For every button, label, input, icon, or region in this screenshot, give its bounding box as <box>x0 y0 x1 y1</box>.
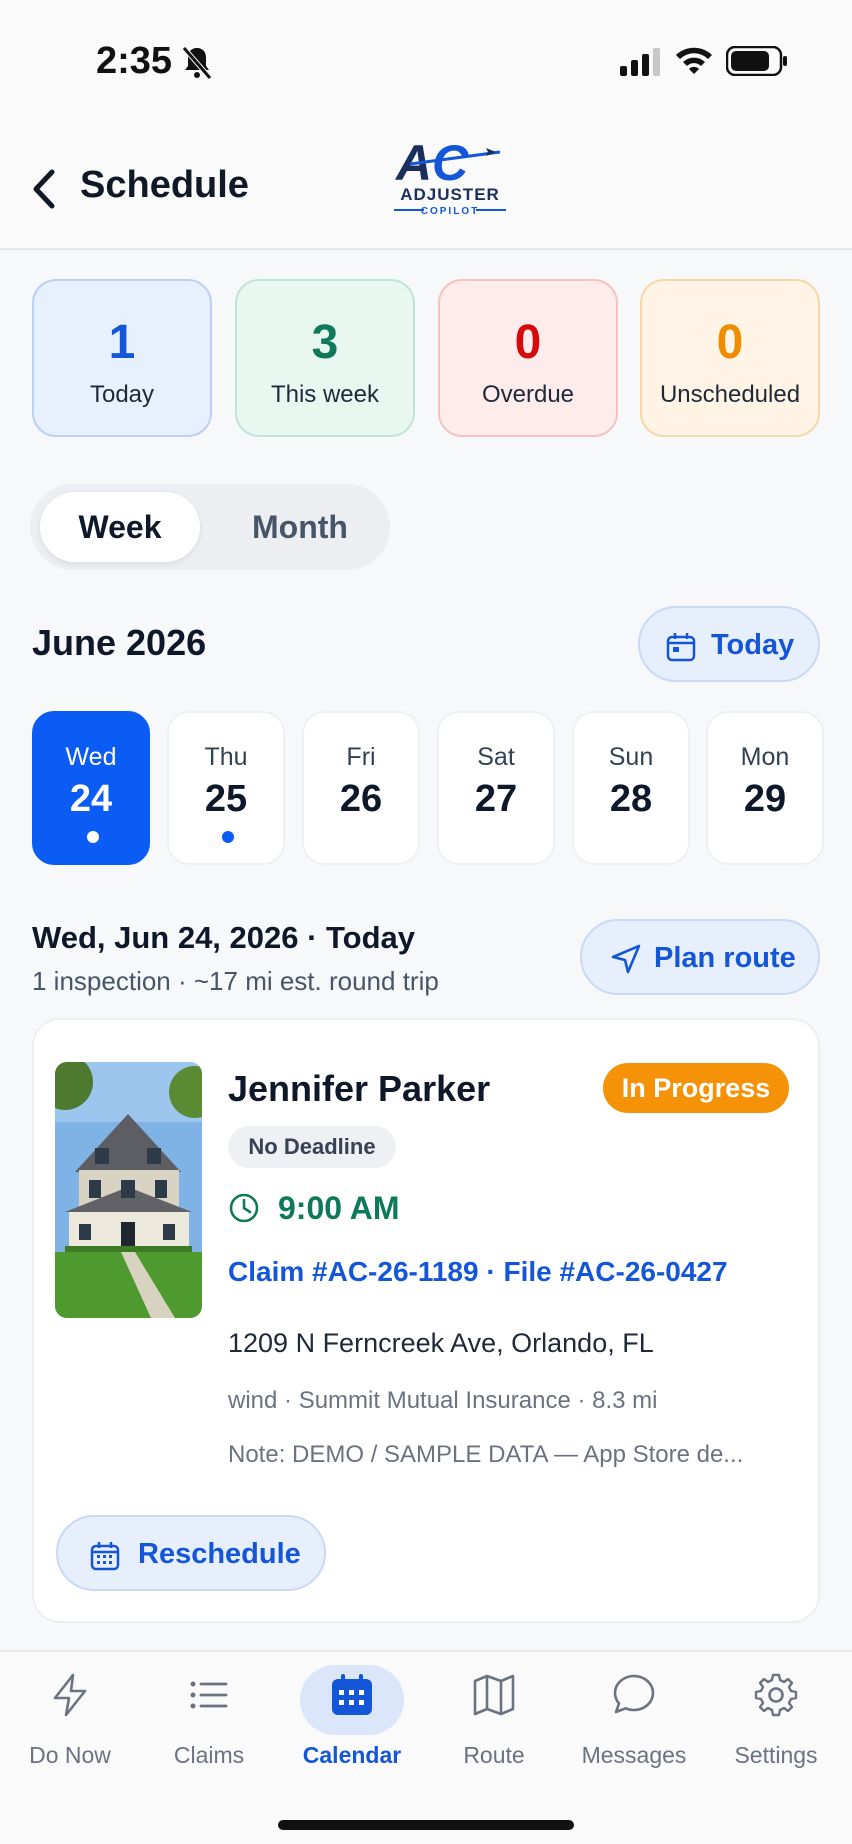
chat-icon <box>613 1674 655 1714</box>
plan-route-label: Plan route <box>654 942 796 974</box>
day-cell-sun[interactable]: Sun 28 <box>572 711 690 865</box>
day-name: Wed <box>65 743 117 771</box>
svg-text:ADJUSTER: ADJUSTER <box>400 185 500 204</box>
selected-date-heading: Wed, Jun 24, 2026 · Today <box>32 920 416 955</box>
back-chevron-icon[interactable] <box>30 168 60 210</box>
tab-calendar[interactable]: Calendar <box>282 1672 422 1769</box>
day-name: Fri <box>346 743 376 771</box>
event-dot <box>222 831 234 843</box>
status-time: 2:35 <box>96 40 173 82</box>
tab-label: Messages <box>581 1742 687 1768</box>
clock-icon <box>229 1193 259 1223</box>
stat-label: Overdue <box>481 381 575 408</box>
day-date: 24 <box>69 778 113 820</box>
day-cell-thu[interactable]: Thu 25 <box>167 711 285 865</box>
gear-icon <box>754 1673 798 1717</box>
home-indicator <box>278 1820 574 1830</box>
tab-label: Settings <box>734 1742 818 1768</box>
day-date: 27 <box>474 778 518 820</box>
inspection-address: 1209 N Ferncreek Ave, Orlando, FL <box>228 1328 654 1358</box>
day-name: Mon <box>740 743 790 771</box>
adjuster-copilot-logo: A C ADJUSTER COPILOT <box>394 135 506 216</box>
wifi-icon <box>676 47 712 74</box>
inspection-meta: wind · Summit Mutual Insurance · 8.3 mi <box>228 1387 658 1414</box>
tab-label: Claims <box>173 1742 245 1768</box>
house-photo <box>55 1062 202 1318</box>
day-date: 25 <box>204 778 248 820</box>
calendar-icon <box>666 633 696 662</box>
tab-do-now[interactable]: Do Now <box>0 1672 140 1769</box>
tab-settings[interactable]: Settings <box>706 1672 846 1769</box>
reschedule-button[interactable]: Reschedule <box>56 1515 326 1591</box>
stat-value: 3 <box>311 316 339 369</box>
tab-claims[interactable]: Claims <box>139 1672 279 1769</box>
status-badge: In Progress <box>603 1063 789 1113</box>
stat-value: 0 <box>514 316 542 369</box>
inspection-note: Note: DEMO / SAMPLE DATA — App Store de.… <box>228 1441 744 1468</box>
bell-slash-icon <box>182 46 212 80</box>
day-cell-fri[interactable]: Fri 26 <box>302 711 420 865</box>
day-date: 28 <box>609 778 653 820</box>
bolt-icon <box>53 1673 87 1717</box>
claim-file-numbers[interactable]: Claim #AC-26-1189 · File #AC-26-0427 <box>228 1256 728 1288</box>
cellular-signal-icon <box>620 48 660 76</box>
today-button-label: Today <box>711 629 795 661</box>
reschedule-label: Reschedule <box>138 1538 301 1570</box>
tab-label: Calendar <box>302 1742 402 1768</box>
stat-label: Unscheduled <box>659 381 801 408</box>
stat-card-this-week[interactable]: 3 This week <box>235 279 415 437</box>
stat-card-overdue[interactable]: 0 Overdue <box>438 279 618 437</box>
today-button[interactable]: Today <box>638 606 820 682</box>
tab-label: Do Now <box>29 1742 111 1768</box>
day-date: 26 <box>339 778 383 820</box>
selected-date-summary: 1 inspection · ~17 mi est. round trip <box>32 966 439 996</box>
map-icon <box>473 1674 515 1716</box>
calendar-icon <box>332 1674 372 1715</box>
day-cell-sat[interactable]: Sat 27 <box>437 711 555 865</box>
event-dot <box>87 831 99 843</box>
stat-value: 0 <box>716 316 744 369</box>
page-title: Schedule <box>80 164 249 206</box>
tab-messages[interactable]: Messages <box>564 1672 704 1769</box>
week-toggle-button[interactable]: Week <box>40 492 200 562</box>
day-cell-mon[interactable]: Mon 29 <box>706 711 824 865</box>
day-date: 29 <box>743 778 787 820</box>
list-icon <box>190 1681 228 1709</box>
svg-text:C: C <box>432 135 469 191</box>
battery-icon <box>726 46 787 76</box>
day-cell-wed[interactable]: Wed 24 <box>32 711 150 865</box>
inspection-time: 9:00 AM <box>278 1190 400 1226</box>
stat-card-today[interactable]: 1 Today <box>32 279 212 437</box>
stat-label: Today <box>89 381 155 408</box>
tab-label: Route <box>463 1742 525 1768</box>
stat-label: This week <box>270 381 380 408</box>
deadline-badge: No Deadline <box>228 1126 396 1168</box>
plan-route-button[interactable]: Plan route <box>580 919 820 995</box>
svg-text:COPILOT: COPILOT <box>421 206 479 216</box>
calendar-grid-icon <box>90 1542 120 1571</box>
stat-card-unscheduled[interactable]: 0 Unscheduled <box>640 279 820 437</box>
day-name: Thu <box>204 743 248 771</box>
tab-route[interactable]: Route <box>424 1672 564 1769</box>
month-toggle-button[interactable]: Month <box>230 492 370 562</box>
stat-value: 1 <box>108 316 136 369</box>
day-name: Sat <box>477 743 515 771</box>
day-name: Sun <box>608 743 654 771</box>
navigation-arrow-icon <box>611 944 641 974</box>
client-name: Jennifer Parker <box>228 1068 491 1109</box>
month-label: June 2026 <box>32 622 207 663</box>
